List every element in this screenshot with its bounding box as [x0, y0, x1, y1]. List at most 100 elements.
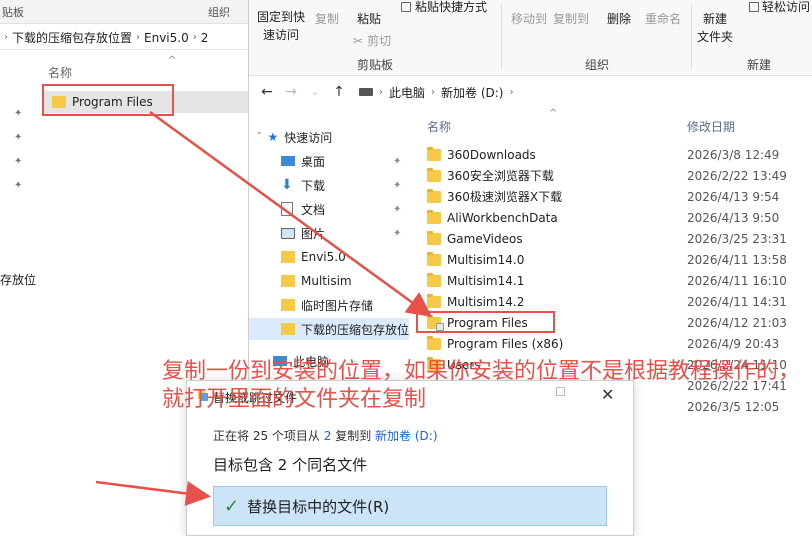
file-name: 360安全浏览器下载: [447, 169, 554, 183]
ribbon-divider: [501, 4, 502, 70]
copy-to-label: 复制到: [553, 12, 590, 26]
file-date: 2026/4/12 21:03: [687, 315, 787, 330]
rename-button[interactable]: 重命名: [645, 10, 681, 27]
file-date: 2026/2/22 13:49: [687, 168, 787, 183]
file-name: AliWorkbenchData: [447, 210, 558, 225]
replace-files-label: 替换目标中的文件(R): [247, 497, 390, 516]
nav-item-download-archive[interactable]: 下载的压缩包存放位: [249, 318, 409, 340]
ribbon-divider: [691, 4, 692, 70]
easy-access-label: 轻松访问: [762, 0, 811, 14]
breadcrumb-item[interactable]: 新加卷 (D:): [441, 84, 503, 101]
highlight-box-right: [416, 311, 555, 333]
copy-button[interactable]: 复制: [315, 10, 339, 27]
file-row[interactable]: 360Downloads 2026/3/8 12:49: [419, 144, 812, 165]
pin-quick-access-label: 固定到快 速访问: [256, 10, 305, 42]
nav-item-envi[interactable]: Envi5.0: [249, 246, 409, 268]
pin-quick-access-button[interactable]: 固定到快 速访问: [255, 8, 307, 44]
nav-item-download[interactable]: ⬇ 下载 ✦: [249, 174, 409, 196]
file-date: 2026/4/13 9:54: [687, 189, 780, 204]
recent-dropdown-icon[interactable]: ⌄: [303, 87, 327, 98]
sort-up-icon: ^: [168, 55, 177, 66]
source-link[interactable]: 2: [324, 429, 332, 443]
nav-quick-access-label: 快速访问: [284, 130, 333, 145]
file-row[interactable]: Multisim14.1 2026/4/11 16:10: [419, 270, 812, 291]
folder-icon: [427, 167, 441, 182]
paste-shortcut-label: 粘贴快捷方式: [415, 0, 488, 14]
highlight-box-left: [42, 84, 174, 116]
back-arrow-icon[interactable]: ←: [255, 84, 279, 100]
nav-item-label: 桌面: [301, 154, 326, 169]
new-group-label: 新建: [747, 58, 772, 72]
file-row[interactable]: AliWorkbenchData 2026/4/13 9:50: [419, 207, 812, 228]
breadcrumb-item[interactable]: 下载的压缩包存放位置: [12, 29, 132, 46]
organize-group-label: 组织: [585, 58, 610, 72]
folder-icon: [281, 275, 295, 287]
file-row[interactable]: Multisim14.0 2026/4/11 13:58: [419, 249, 812, 270]
nav-item-desktop[interactable]: 桌面 ✦: [249, 150, 409, 172]
dialog-conflict-text: 目标包含 2 个同名文件: [213, 456, 368, 474]
copy-to-button[interactable]: 复制到: [553, 10, 589, 27]
folder-icon: [281, 251, 295, 263]
file-row[interactable]: Multisim14.2 2026/4/11 14:31: [419, 291, 812, 312]
file-row[interactable]: GameVideos 2026/3/25 23:31: [419, 228, 812, 249]
breadcrumb-item[interactable]: Envi5.0: [144, 31, 189, 45]
nav-item-multisim[interactable]: Multisim: [249, 270, 409, 292]
pin-icon: ✦: [14, 156, 23, 167]
file-row[interactable]: 360极速浏览器X下载 2026/4/13 9:54: [419, 186, 812, 207]
column-header-name[interactable]: 名称: [427, 118, 451, 135]
file-date: 2026/4/13 9:50: [687, 210, 780, 225]
file-date: 2026/4/11 13:58: [687, 252, 787, 267]
sort-up-icon: ^: [549, 108, 558, 119]
file-name: 360Downloads: [447, 147, 536, 162]
tutorial-annotation: 复制一份到安装的位置，如果你安装的位置不是根据教程操作的，就打开里面的文件夹在复…: [162, 359, 801, 412]
file-date: 2026/4/11 16:10: [687, 273, 787, 288]
easy-access-button[interactable]: 轻松访问: [749, 0, 810, 15]
file-name: Program Files (x86): [447, 336, 564, 351]
file-name: 360极速浏览器X下载: [447, 190, 563, 204]
file-date: 2026/4/9 20:43: [687, 336, 780, 351]
delete-button[interactable]: 删除: [607, 10, 631, 27]
file-row[interactable]: 360安全浏览器下载 2026/2/22 13:49: [419, 165, 812, 186]
star-icon: ★: [267, 130, 279, 144]
nav-item-label: 文档: [301, 202, 326, 217]
folder-icon: [427, 188, 441, 203]
nav-item-label: 下载的压缩包存放位: [301, 322, 409, 337]
nav-item-pictures[interactable]: 图片 ✦: [249, 222, 409, 244]
left-address-bar[interactable]: › 下载的压缩包存放位置 › Envi5.0 › 2: [0, 26, 248, 50]
file-name: GameVideos: [447, 231, 523, 246]
up-arrow-icon[interactable]: ↑: [327, 84, 351, 100]
forward-arrow-icon[interactable]: →: [279, 84, 303, 100]
left-ribbon-clipboard-label: 贴板: [2, 6, 24, 19]
column-header-modified[interactable]: 修改日期: [687, 118, 735, 135]
nav-item-documents[interactable]: 文档 ✦: [249, 198, 409, 220]
folder-icon: [427, 335, 441, 350]
move-to-button[interactable]: 移动到: [511, 10, 547, 27]
breadcrumb-item[interactable]: 此电脑: [389, 84, 425, 101]
nav-quick-access[interactable]: ˅ ★ 快速访问: [249, 126, 409, 148]
file-date: 2026/3/25 23:31: [687, 231, 787, 246]
nav-item-label: 图片: [301, 226, 326, 241]
paste-button[interactable]: 粘贴: [357, 10, 381, 27]
file-date: 2026/4/11 14:31: [687, 294, 787, 309]
left-column-name-header[interactable]: 名称: [48, 64, 72, 81]
folder-icon: [281, 323, 295, 335]
replace-files-option[interactable]: ✓ 替换目标中的文件(R): [213, 486, 607, 526]
download-icon: ⬇: [281, 177, 293, 193]
left-ribbon: 贴板 组织: [0, 0, 248, 24]
easy-access-icon: [749, 1, 759, 12]
scissors-icon: ✂: [353, 33, 364, 48]
cut-button[interactable]: ✂ 剪切: [353, 32, 391, 49]
right-address-bar[interactable]: › 此电脑 › 新加卷 (D:) ›: [359, 84, 513, 101]
destination-link[interactable]: 新加卷 (D:): [375, 429, 437, 443]
chevron-right-icon: ›: [509, 86, 514, 98]
new-folder-button[interactable]: 新建 文件夹: [697, 10, 733, 46]
file-row[interactable]: Program Files (x86) 2026/4/9 20:43: [419, 333, 812, 354]
pin-icon: ✦: [393, 203, 402, 215]
pin-icon: ✦: [393, 179, 402, 191]
drive-icon: [359, 88, 373, 96]
desktop-icon: [281, 156, 295, 166]
paste-shortcut-button[interactable]: 粘贴快捷方式: [401, 0, 487, 15]
nav-item-temp-pictures[interactable]: 临时图片存储: [249, 294, 409, 316]
chevron-right-icon: ›: [379, 86, 383, 98]
breadcrumb-item[interactable]: 2: [201, 31, 209, 45]
